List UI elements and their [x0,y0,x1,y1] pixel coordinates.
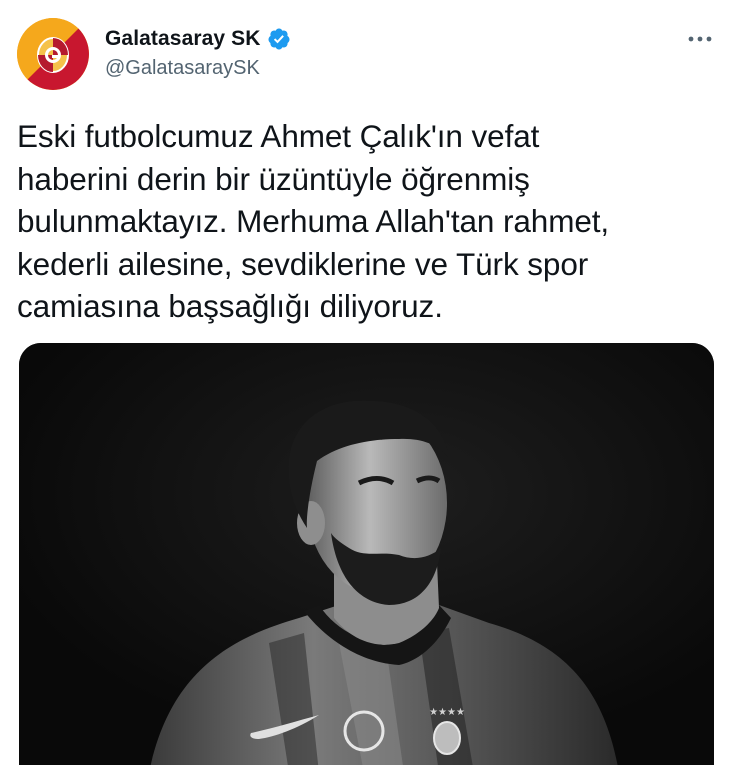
verified-badge-icon [267,27,291,51]
tweet-card: Galatasaray SK @GalatasaraySK Eski futbo… [0,0,750,773]
tweet-text: Eski futbolcumuz Ahmet Çalık'ın vefat ha… [17,115,717,328]
tweet-text-line: camiasına başsağlığı diliyoruz. [17,288,443,324]
more-horizontal-icon [688,36,712,42]
tweet-text-line: haberini derin bir üzüntüyle öğrenmiş [17,160,530,197]
player-photo-image: ★★★★ [19,343,714,773]
display-name[interactable]: Galatasaray SK [105,27,261,51]
bottom-strip [0,765,750,773]
tweet-text-line: bulunmaktayız. Merhuma Allah'tan rahmet, [17,203,610,239]
galatasaray-logo-icon [17,18,89,90]
avatar[interactable] [17,18,89,90]
svg-text:★★★★: ★★★★ [429,707,465,718]
tweet-text-line: kederli ailesine, sevdiklerine ve Türk s… [17,245,589,282]
more-button[interactable] [680,24,720,54]
handle[interactable]: @GalatasaraySK [105,57,260,80]
tweet-text-line: Eski futbolcumuz Ahmet Çalık'ın vefat [17,118,540,154]
display-name-row: Galatasaray SK [105,27,291,51]
tweet-media-image[interactable]: ★★★★ [19,343,714,773]
